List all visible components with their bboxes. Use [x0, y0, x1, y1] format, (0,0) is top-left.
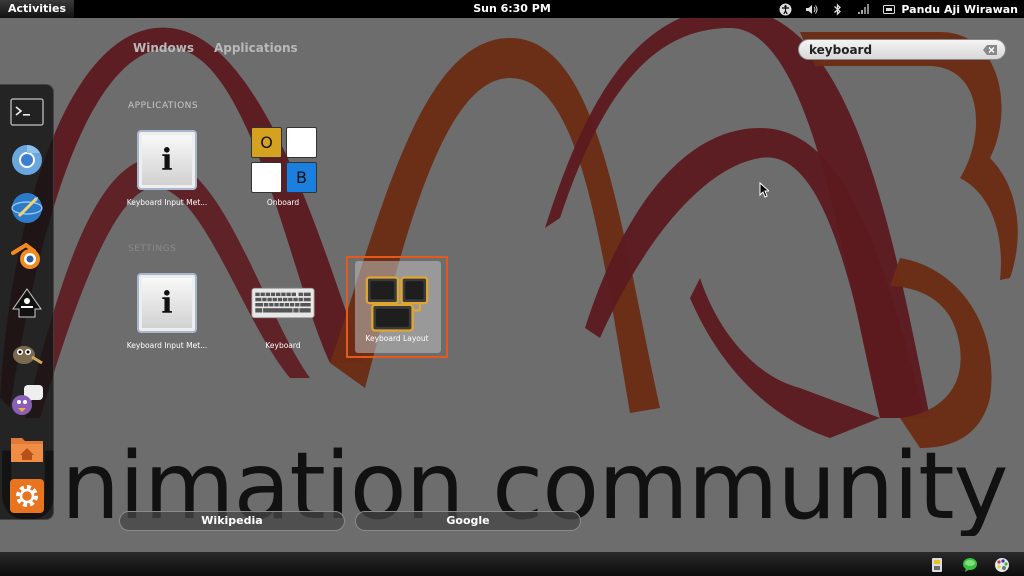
palette-icon[interactable] [994, 557, 1010, 573]
result-keyboard-layout[interactable]: Keyboard Layout [346, 256, 448, 358]
onboard-icon: O B [251, 127, 317, 193]
top-panel: Activities Sun 6:30 PM Pandu Aji Wirawan [0, 0, 1024, 18]
message-tray [0, 552, 1024, 576]
status-tray: Pandu Aji Wirawan [778, 0, 1018, 18]
chromium-icon[interactable] [8, 141, 46, 179]
pidgin-icon[interactable] [8, 381, 46, 419]
result-label: Keyboard [265, 341, 301, 350]
info-icon: i [135, 128, 199, 192]
settings-icon[interactable] [8, 477, 46, 515]
bluetooth-icon[interactable] [830, 2, 844, 16]
home-folder-icon[interactable] [8, 429, 46, 467]
activities-button[interactable]: Activities [0, 0, 75, 18]
result-label: Keyboard Input Met... [126, 341, 208, 350]
result-keyboard[interactable]: Keyboard [235, 269, 331, 365]
mouse-cursor-icon [759, 182, 769, 198]
user-name: Pandu Aji Wirawan [901, 2, 1018, 16]
result-onboard[interactable]: O B Onboard [235, 126, 331, 222]
network-icon[interactable] [856, 2, 870, 16]
volume-icon[interactable] [804, 2, 818, 16]
result-label: Onboard [266, 198, 300, 207]
search-provider-google[interactable]: Google [355, 511, 581, 531]
dash [0, 84, 54, 520]
tab-applications[interactable]: Applications [214, 41, 298, 55]
result-keyboard-input-methods-app[interactable]: i Keyboard Input Met... [119, 126, 215, 222]
overview-tabs: Windows Applications [133, 41, 298, 55]
usb-icon[interactable] [930, 557, 946, 573]
chat-icon[interactable] [962, 557, 978, 573]
result-label: Keyboard Layout [365, 334, 429, 343]
gimp-icon[interactable] [8, 333, 46, 371]
onboard-key-b: B [286, 162, 317, 193]
search-provider-wikipedia[interactable]: Wikipedia [119, 511, 345, 531]
clock-label[interactable]: Sun 6:30 PM [473, 2, 551, 15]
applications-section-title: APPLICATIONS [128, 101, 199, 111]
blender-icon[interactable] [8, 237, 46, 275]
onboard-key [251, 162, 282, 193]
keyboard-layout-icon [365, 272, 429, 336]
user-status-icon [882, 2, 896, 16]
search-box[interactable] [798, 39, 1006, 60]
terminal-icon[interactable] [8, 93, 46, 131]
clear-search-icon[interactable] [983, 44, 997, 55]
keyboard-icon [251, 271, 315, 335]
result-keyboard-input-methods-setting[interactable]: i Keyboard Input Met... [119, 269, 215, 365]
web-browser-icon[interactable] [8, 189, 46, 227]
search-input[interactable] [809, 42, 983, 57]
info-icon: i [135, 271, 199, 335]
onboard-key-o: O [251, 127, 282, 158]
user-menu[interactable]: Pandu Aji Wirawan [882, 2, 1018, 16]
result-label: Keyboard Input Met... [126, 198, 208, 207]
tab-windows[interactable]: Windows [133, 41, 194, 55]
settings-section-title: SETTINGS [128, 244, 177, 254]
inkscape-icon[interactable] [8, 285, 46, 323]
onboard-key [286, 127, 317, 158]
accessibility-icon[interactable] [778, 2, 792, 16]
